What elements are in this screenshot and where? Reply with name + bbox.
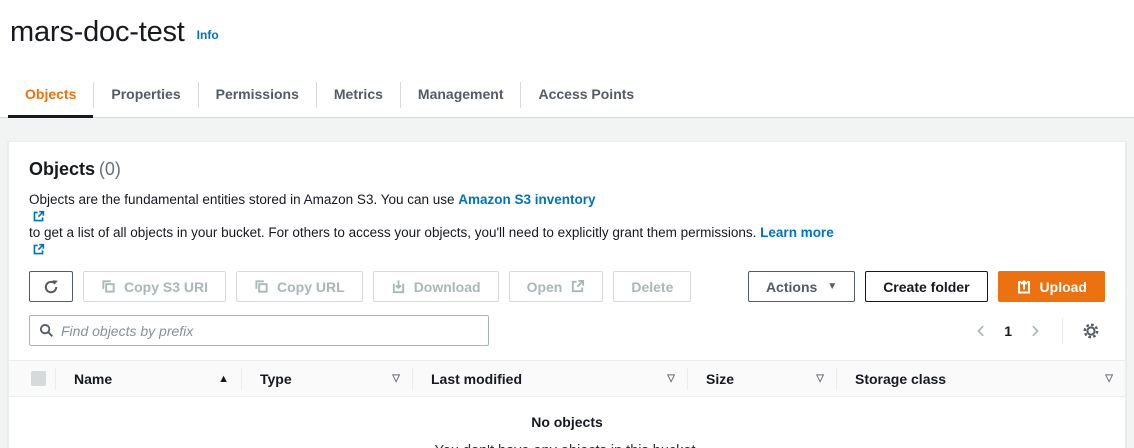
sort-ascending-icon[interactable]: ▲	[218, 373, 229, 385]
delete-button[interactable]: Delete	[613, 271, 691, 302]
description-text: to get a list of all objects in your buc…	[29, 225, 760, 240]
column-header-name[interactable]: Name ▲	[56, 361, 241, 396]
column-label: Name	[74, 371, 112, 387]
sort-icon[interactable]: ▽	[392, 373, 400, 384]
tab-properties[interactable]: Properties	[94, 72, 197, 118]
panel-heading: Objects (0)	[29, 159, 1105, 180]
tab-permissions[interactable]: Permissions	[199, 72, 316, 118]
upload-button[interactable]: Upload	[998, 271, 1105, 302]
empty-state: No objects You don't have any objects in…	[9, 397, 1125, 448]
pagination: 1	[968, 317, 1105, 345]
download-icon	[391, 279, 406, 294]
column-header-size[interactable]: Size ▽	[688, 361, 836, 396]
button-label: Copy URL	[277, 279, 345, 295]
previous-page-button[interactable]	[968, 318, 994, 344]
objects-count: (0)	[99, 159, 121, 179]
objects-table-header: Name ▲ Type ▽ Last modified ▽ Size ▽ Sto…	[9, 360, 1125, 397]
empty-state-title: No objects	[9, 414, 1125, 430]
page-header: mars-doc-test Info Objects Properties Pe…	[0, 0, 1134, 118]
upload-icon	[1016, 279, 1032, 295]
open-button[interactable]: Open	[509, 271, 604, 302]
search-input[interactable]	[61, 323, 479, 339]
select-all-cell	[9, 361, 55, 396]
tab-bar: Objects Properties Permissions Metrics M…	[0, 72, 1134, 118]
objects-toolbar: Copy S3 URI Copy URL Download Open Delet…	[29, 271, 1105, 302]
link-label: Amazon S3 inventory	[458, 192, 595, 207]
search-row: 1	[29, 315, 1105, 346]
next-page-button[interactable]	[1022, 318, 1048, 344]
button-label: Copy S3 URI	[124, 279, 208, 295]
button-label: Delete	[631, 279, 673, 295]
download-button[interactable]: Download	[373, 271, 499, 302]
objects-heading: Objects	[29, 159, 95, 179]
search-box	[29, 315, 489, 346]
link-label: Learn more	[760, 225, 834, 240]
pagination-divider	[1062, 318, 1063, 344]
tab-metrics[interactable]: Metrics	[317, 72, 400, 118]
column-header-last-modified[interactable]: Last modified ▽	[413, 361, 687, 396]
button-label: Create folder	[883, 279, 969, 295]
refresh-icon	[43, 279, 59, 295]
button-label: Open	[527, 279, 563, 295]
external-link-icon	[570, 279, 585, 294]
sort-icon[interactable]: ▽	[816, 373, 824, 384]
create-folder-button[interactable]: Create folder	[865, 271, 987, 302]
copy-s3-uri-button[interactable]: Copy S3 URI	[83, 271, 226, 302]
copy-icon	[101, 279, 116, 294]
button-label: Download	[414, 279, 481, 295]
column-header-type[interactable]: Type ▽	[242, 361, 412, 396]
copy-icon	[254, 279, 269, 294]
gear-icon	[1082, 322, 1100, 340]
description-text: Objects are the fundamental entities sto…	[29, 192, 458, 207]
external-link-icon	[32, 243, 45, 256]
sort-icon[interactable]: ▽	[667, 373, 675, 384]
refresh-button[interactable]	[29, 271, 73, 302]
current-page-number: 1	[998, 323, 1018, 339]
sort-icon[interactable]: ▽	[1105, 373, 1113, 384]
column-label: Type	[260, 371, 292, 387]
column-label: Last modified	[431, 371, 522, 387]
info-link[interactable]: Info	[197, 28, 219, 42]
objects-description: Objects are the fundamental entities sto…	[29, 190, 1105, 256]
select-all-checkbox[interactable]	[31, 371, 46, 386]
chevron-left-icon	[974, 324, 988, 338]
tab-access-points[interactable]: Access Points	[521, 72, 651, 118]
empty-state-message: You don't have any objects in this bucke…	[9, 443, 1125, 448]
button-label: Upload	[1040, 279, 1087, 295]
column-header-storage-class[interactable]: Storage class ▽	[837, 361, 1125, 396]
copy-url-button[interactable]: Copy URL	[236, 271, 363, 302]
caret-down-icon: ▼	[827, 281, 837, 292]
chevron-right-icon	[1028, 324, 1042, 338]
actions-dropdown-button[interactable]: Actions ▼	[748, 271, 855, 302]
column-label: Size	[706, 371, 734, 387]
tab-management[interactable]: Management	[401, 72, 521, 118]
button-label: Actions	[766, 279, 817, 295]
column-label: Storage class	[855, 371, 946, 387]
page-title: mars-doc-test	[10, 14, 185, 50]
external-link-icon	[32, 210, 45, 223]
search-icon	[39, 323, 54, 338]
objects-panel: Objects (0) Objects are the fundamental …	[8, 141, 1126, 448]
preferences-gear-button[interactable]	[1077, 317, 1105, 345]
tab-objects[interactable]: Objects	[8, 72, 93, 118]
